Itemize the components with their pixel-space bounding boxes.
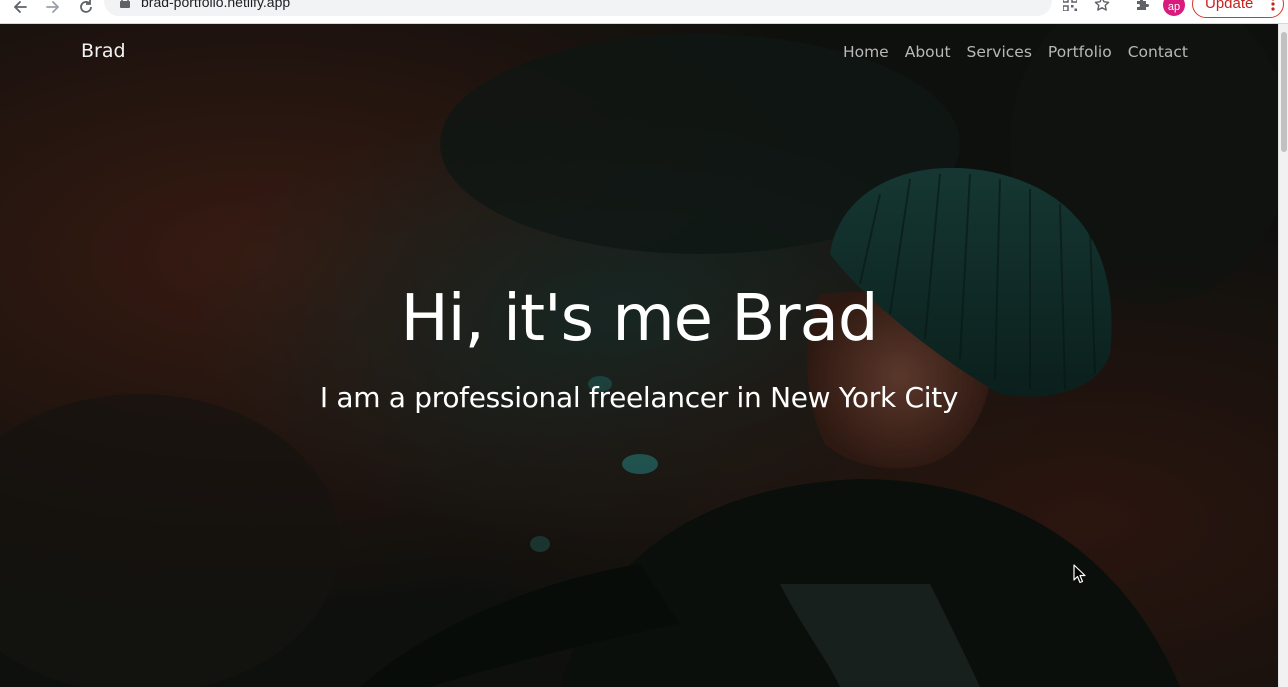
browser-toolbar: brad-portfolio.netlify.app ap Update <box>0 0 1288 24</box>
reload-button[interactable] <box>75 0 97 18</box>
navbar-links: Home About Services Portfolio Contact <box>843 43 1188 61</box>
back-button[interactable] <box>9 0 31 18</box>
extensions-icon <box>1137 0 1149 10</box>
forward-button[interactable] <box>42 0 64 18</box>
update-label: Update <box>1205 0 1254 12</box>
qr-code-icon <box>1063 0 1077 11</box>
bookmark-star-button[interactable] <box>1093 0 1111 13</box>
hero-section: Brad Home About Services Portfolio Conta… <box>0 24 1278 687</box>
page-scrollbar[interactable] <box>1278 24 1288 687</box>
nav-link-home[interactable]: Home <box>843 43 889 61</box>
nav-link-services[interactable]: Services <box>967 43 1032 61</box>
hero-subtitle: I am a professional freelancer in New Yo… <box>319 381 959 414</box>
mouse-cursor-icon <box>1073 564 1086 584</box>
star-icon <box>1094 0 1110 11</box>
back-icon <box>13 1 27 13</box>
avatar-initials: ap <box>1167 1 1181 13</box>
more-icon <box>1271 0 1275 11</box>
profile-avatar[interactable]: ap <box>1163 0 1185 16</box>
nav-link-contact[interactable]: Contact <box>1128 43 1188 61</box>
url-text[interactable]: brad-portfolio.netlify.app <box>141 0 290 10</box>
navbar-brand[interactable]: Brad <box>81 40 126 62</box>
extensions-button[interactable] <box>1133 0 1151 13</box>
forward-icon <box>46 1 60 13</box>
scrollbar-thumb[interactable] <box>1281 32 1287 152</box>
qr-code-button[interactable] <box>1061 0 1079 13</box>
update-button[interactable]: Update <box>1192 0 1284 18</box>
reload-icon <box>80 0 92 13</box>
hero-title: Hi, it's me Brad <box>400 282 879 356</box>
nav-link-about[interactable]: About <box>905 43 951 61</box>
nav-link-portfolio[interactable]: Portfolio <box>1048 43 1112 61</box>
lock-icon <box>120 0 130 8</box>
